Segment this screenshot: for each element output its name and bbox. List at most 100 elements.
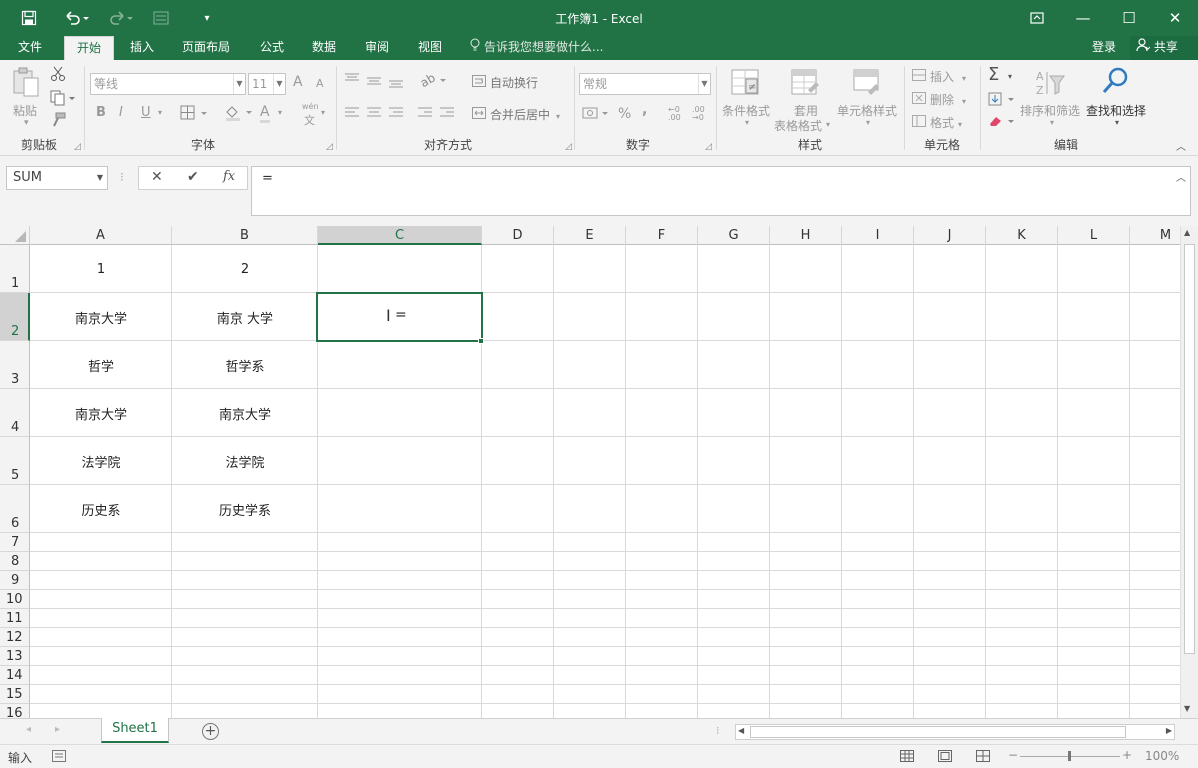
comma-style-button[interactable]: , — [642, 102, 647, 118]
column-header-l[interactable]: L — [1058, 226, 1130, 245]
column-header-j[interactable]: J — [914, 226, 986, 245]
wrap-text-button[interactable]: 自动换行 — [472, 74, 538, 91]
cell-a4[interactable]: 南京大学 — [30, 389, 172, 437]
sort-filter-dropdown-icon[interactable]: ▾ — [1050, 118, 1054, 127]
tab-splitter[interactable]: ⁝ — [716, 724, 720, 737]
ribbon-display-options-icon[interactable] — [1014, 0, 1060, 36]
column-header-g[interactable]: G — [698, 226, 770, 245]
row-header-13[interactable]: 13 — [0, 647, 30, 666]
copy-icon[interactable] — [50, 90, 76, 109]
clipboard-launcher-icon[interactable]: ◿ — [74, 142, 81, 152]
tab-data[interactable]: 数据 — [302, 36, 346, 60]
find-select-dropdown-icon[interactable]: ▾ — [1115, 118, 1119, 127]
fill-handle[interactable] — [478, 338, 484, 344]
vertical-scroll-thumb[interactable] — [1184, 244, 1195, 654]
scroll-down-icon[interactable]: ▼ — [1184, 704, 1190, 713]
paste-label[interactable]: 粘贴 — [13, 102, 37, 119]
paste-icon[interactable] — [12, 66, 44, 97]
paste-dropdown-icon[interactable]: ▾ — [24, 118, 29, 128]
increase-decimal-button[interactable]: ←0 .00 — [668, 106, 686, 122]
column-header-a[interactable]: A — [30, 226, 172, 245]
font-size-combo[interactable]: 11 ▼ — [248, 73, 286, 95]
zoom-slider-thumb[interactable] — [1068, 751, 1071, 761]
scroll-right-icon[interactable]: ▶ — [1166, 726, 1172, 735]
row-header-14[interactable]: 14 — [0, 666, 30, 685]
row-header-6[interactable]: 6 — [0, 485, 30, 533]
tab-file[interactable]: 文件 — [6, 36, 54, 60]
format-as-table-icon[interactable] — [790, 68, 822, 98]
cancel-entry-button[interactable]: ✕ — [151, 169, 163, 185]
find-select-icon[interactable] — [1100, 66, 1132, 96]
font-color-button[interactable]: A — [260, 104, 270, 123]
next-sheet-icon[interactable]: ▸ — [55, 724, 60, 735]
row-header-9[interactable]: 9 — [0, 571, 30, 590]
decrease-decimal-button[interactable]: .00 →0 — [692, 106, 710, 122]
normal-view-icon[interactable] — [900, 750, 914, 765]
phonetic-dropdown-icon[interactable]: ▾ — [321, 108, 325, 117]
column-header-m[interactable]: M — [1130, 226, 1180, 245]
row-header-8[interactable]: 8 — [0, 552, 30, 571]
horizontal-scroll-thumb[interactable] — [750, 726, 1126, 738]
merge-center-button[interactable]: 合并后居中 ▾ — [472, 106, 560, 123]
bold-button[interactable]: B — [96, 105, 106, 120]
number-format-combo[interactable]: 常规 ▼ — [579, 73, 711, 95]
clear-icon[interactable] — [988, 114, 1016, 131]
zoom-level[interactable]: 100% — [1145, 749, 1179, 763]
underline-button[interactable]: U — [141, 105, 151, 120]
formula-input[interactable]: = ︿ — [251, 166, 1191, 216]
percent-style-button[interactable]: % — [618, 106, 631, 122]
close-button[interactable]: ✕ — [1152, 0, 1198, 36]
row-header-3[interactable]: 3 — [0, 341, 30, 389]
tab-view[interactable]: 视图 — [408, 36, 452, 60]
conditional-formatting-label[interactable]: 条件格式 — [722, 102, 770, 119]
find-select-label[interactable]: 查找和选择 — [1086, 102, 1146, 119]
borders-icon[interactable] — [180, 105, 208, 124]
conditional-formatting-icon[interactable]: ≠ — [730, 68, 762, 98]
sheet-tab[interactable]: Sheet1 — [101, 718, 169, 743]
tab-review[interactable]: 审阅 — [355, 36, 399, 60]
row-header-2[interactable]: 2 — [0, 293, 30, 341]
row-header-12[interactable]: 12 — [0, 628, 30, 647]
add-sheet-button[interactable]: + — [202, 723, 219, 740]
maximize-button[interactable]: ☐ — [1106, 0, 1152, 36]
scroll-left-icon[interactable]: ◀ — [738, 726, 744, 735]
horizontal-scrollbar[interactable]: ◀ ▶ — [735, 724, 1175, 740]
column-header-b[interactable]: B — [172, 226, 318, 245]
collapse-formula-bar-icon[interactable]: ︿ — [1176, 169, 1186, 184]
cell-a6[interactable]: 历史系 — [30, 485, 172, 533]
cut-icon[interactable] — [50, 66, 66, 85]
cell-b5[interactable]: 法学院 — [172, 437, 318, 485]
cell-styles-icon[interactable] — [852, 68, 884, 98]
delete-cells-button[interactable]: 删除 ▾ — [912, 91, 966, 108]
accounting-format-icon[interactable] — [582, 106, 610, 123]
vertical-scrollbar[interactable]: ▲ ▼ — [1180, 226, 1198, 718]
cell-b3[interactable]: 哲学系 — [172, 341, 318, 389]
column-header-e[interactable]: E — [554, 226, 626, 245]
select-all-corner[interactable] — [0, 226, 30, 245]
autosum-dropdown-icon[interactable]: ▾ — [1008, 72, 1012, 81]
alignment-launcher-icon[interactable]: ◿ — [565, 142, 572, 152]
scroll-up-icon[interactable]: ▲ — [1184, 228, 1190, 237]
row-header-15[interactable]: 15 — [0, 685, 30, 704]
grow-font-icon[interactable]: A — [293, 74, 303, 90]
tab-home[interactable]: 开始 — [64, 36, 114, 61]
conditional-dropdown-icon[interactable]: ▾ — [745, 118, 749, 127]
cell-b6[interactable]: 历史学系 — [172, 485, 318, 533]
name-box[interactable]: SUM ▼ — [6, 166, 108, 190]
cell-b4[interactable]: 南京大学 — [172, 389, 318, 437]
column-header-h[interactable]: H — [770, 226, 842, 245]
minimize-button[interactable]: — — [1060, 0, 1106, 36]
font-color-dropdown-icon[interactable]: ▾ — [278, 108, 282, 117]
prev-sheet-icon[interactable]: ◂ — [26, 724, 31, 735]
tab-page-layout[interactable]: 页面布局 — [172, 36, 240, 60]
cell-styles-dropdown-icon[interactable]: ▾ — [866, 118, 870, 127]
cell-a5[interactable]: 法学院 — [30, 437, 172, 485]
confirm-entry-button[interactable]: ✔ — [187, 169, 199, 185]
align-top-icon[interactable] — [344, 72, 410, 91]
cell-b2[interactable]: 南京 大学 — [172, 293, 318, 341]
share-button[interactable]: 共享 — [1130, 36, 1198, 60]
column-header-f[interactable]: F — [626, 226, 698, 245]
cell-a1[interactable]: 1 — [30, 245, 172, 293]
tab-formulas[interactable]: 公式 — [250, 36, 294, 60]
row-header-5[interactable]: 5 — [0, 437, 30, 485]
